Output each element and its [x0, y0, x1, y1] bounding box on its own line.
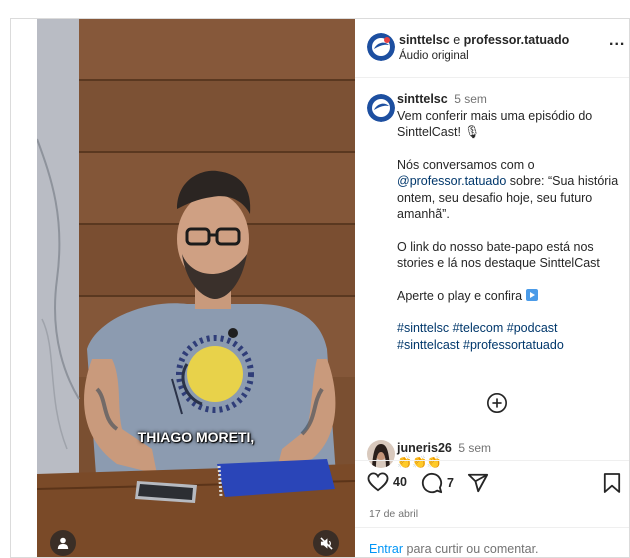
share-action — [467, 472, 489, 494]
load-more-comments-button[interactable] — [486, 392, 508, 419]
hashtags-line-1[interactable]: #sinttelsc #telecom #podcast — [397, 321, 558, 335]
like-action: 40 — [367, 472, 407, 492]
comment-icon[interactable] — [421, 472, 443, 494]
video-subtitle: THIAGO MORETI, — [137, 429, 255, 445]
play-emoji-icon — [525, 288, 538, 301]
share-icon[interactable] — [467, 472, 489, 494]
mention-link[interactable]: @professor.tatuado — [397, 174, 506, 188]
authors-connector: e — [453, 33, 461, 47]
caption-line-1: Vem conferir mais uma episódio do Sintte… — [397, 108, 593, 140]
post-caption: sinttelsc 5 sem Vem conferir mais uma ep… — [397, 91, 622, 353]
login-prompt: Entrar para curtir ou comentar. — [355, 527, 629, 557]
audio-link[interactable]: Áudio original — [399, 50, 469, 62]
video-player[interactable]: THIAGO MORETI, — [37, 19, 355, 557]
plus-circle-icon — [487, 393, 507, 413]
person-icon — [57, 537, 69, 549]
caption-line-2-prefix: Nós conversamos com o — [397, 157, 535, 172]
bookmark-icon[interactable] — [603, 472, 621, 494]
heart-icon[interactable] — [367, 472, 389, 492]
post-date[interactable]: 17 de abril — [369, 508, 418, 520]
muted-speaker-icon — [319, 536, 333, 550]
comments-count[interactable]: 7 — [447, 476, 454, 490]
post-card: THIAGO MORETI, sinttelsc e professor.tat… — [10, 18, 630, 558]
login-rest: para curtir ou comentar. — [403, 542, 539, 556]
login-link[interactable]: Entrar — [369, 542, 403, 556]
comment-username[interactable]: juneris26 — [397, 441, 452, 455]
caption-avatar[interactable] — [367, 94, 395, 122]
post-actions: 40 7 17 de abril — [355, 460, 629, 527]
caption-line-4-text: Aperte o play e confira — [397, 288, 523, 303]
caption-time[interactable]: 5 sem — [454, 92, 487, 106]
caption-line-3: O link do nosso bate-papo está nos stori… — [397, 239, 600, 271]
comment-action: 7 — [421, 472, 454, 494]
coauthor-link[interactable]: professor.tatuado — [464, 33, 570, 47]
author-link[interactable]: sinttelsc — [399, 33, 450, 47]
video-frame — [37, 19, 355, 557]
sinttelsc-logo-icon — [367, 94, 395, 122]
post-header: sinttelsc e professor.tatuado Áudio orig… — [355, 19, 629, 78]
sinttelsc-logo-icon — [367, 33, 395, 61]
post-side-panel: sinttelsc e professor.tatuado Áudio orig… — [355, 19, 629, 557]
login-text: Entrar para curtir ou comentar. — [369, 542, 539, 556]
hashtags-line-2[interactable]: #sinttelcast #professortatuado — [397, 338, 564, 352]
tagged-users-button[interactable] — [50, 530, 76, 556]
mute-button[interactable] — [313, 530, 339, 556]
avatar[interactable] — [367, 33, 395, 61]
post-authors: sinttelsc e professor.tatuado — [399, 33, 569, 47]
caption-line-2: Nós conversamos com o @professor.tatuado… — [397, 157, 622, 223]
more-options-button[interactable]: ... — [609, 32, 625, 50]
comments-section: sinttelsc 5 sem Vem conferir mais uma ep… — [355, 78, 629, 469]
comment-time[interactable]: 5 sem — [458, 441, 491, 455]
save-action — [603, 472, 621, 494]
caption-line-4: Aperte o play e confira — [397, 288, 622, 305]
caption-username[interactable]: sinttelsc — [397, 92, 448, 106]
likes-count[interactable]: 40 — [393, 475, 407, 489]
